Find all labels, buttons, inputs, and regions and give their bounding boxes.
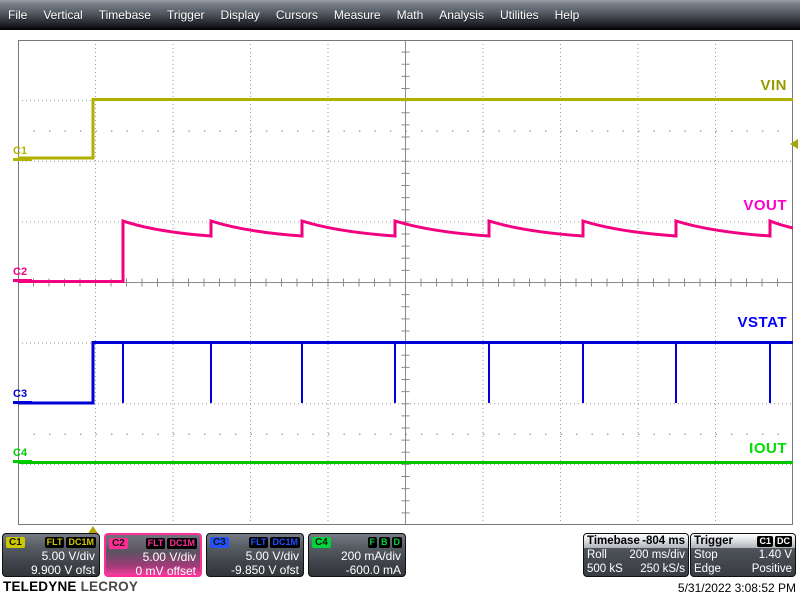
channel-box-c3[interactable]: C3 FLT DC1M 5.00 V/div -9.850 V ofst — [206, 533, 304, 577]
channel-offset: -9.850 V ofst — [230, 563, 299, 577]
timebase-box[interactable]: Timebase -804 ms Roll 200 ms/div 500 kS 250 k… — [583, 533, 689, 577]
channel-scale: 5.00 V/div — [245, 549, 299, 563]
trigger-row-0: Stop 1.40 V — [691, 548, 795, 562]
channel-box-header: C3 FLT DC1M — [207, 534, 303, 549]
timebase-title: Timebase — [587, 535, 640, 547]
channel-tags: FBD — [366, 537, 402, 548]
channel-tag-flt: FLT — [44, 537, 65, 548]
channel-tag-dc1m: DC1M — [66, 537, 96, 548]
channel-tag-f: F — [367, 537, 377, 548]
teledyne-lecroy-logo: TELEDYNE LECROY — [3, 579, 138, 594]
channel-box-c1[interactable]: C1 FLT DC1M 5.00 V/div 9.900 V ofst — [2, 533, 100, 577]
timebase-row-value: 250 kS/s — [640, 563, 685, 575]
logo-lecroy: LECROY — [80, 579, 139, 594]
trigger-title: Trigger — [694, 535, 733, 547]
timebase-row-1: 500 kS 250 kS/s — [584, 562, 688, 576]
trigger-row-1: Edge Positive — [691, 562, 795, 576]
channel-box-header: C2 FLT DC1M — [106, 535, 200, 550]
channel-box-header: C4 F B D — [309, 534, 405, 549]
menu-item-trigger[interactable]: Trigger — [159, 8, 213, 22]
channel-marker-c2[interactable]: C2 — [13, 267, 32, 282]
channel-tag-flt: FLT — [145, 538, 166, 549]
channel-scale: 5.00 V/div — [41, 549, 95, 563]
channel-box-c4[interactable]: C4 F B D 200 mA/div -600.0 mA — [308, 533, 406, 577]
trigger-header: Trigger C1 DC — [691, 534, 795, 548]
trace-label-vout: VOUT — [743, 197, 787, 214]
trace-c3-pulses — [122, 342, 771, 403]
channel-id-badge: C2 — [109, 538, 128, 549]
channel-box-c2[interactable]: C2 FLT DC1M 5.00 V/div 0 mV offset — [104, 533, 202, 578]
channel-tag-b: B — [379, 537, 390, 548]
menu-item-timebase[interactable]: Timebase — [91, 8, 159, 22]
channel-marker-c1[interactable]: C1 — [13, 146, 32, 161]
channel-id-badge: C4 — [312, 537, 331, 548]
timebase-row-value: 200 ms/div — [629, 549, 685, 561]
menu-item-file[interactable]: File — [0, 8, 35, 22]
trace-label-iout: IOUT — [749, 440, 787, 457]
menu-item-display[interactable]: Display — [213, 8, 268, 22]
channel-scale: 200 mA/div — [340, 549, 401, 563]
logo-teledyne: TELEDYNE — [3, 579, 77, 594]
trigger-badge-dc: DC — [775, 535, 792, 547]
trigger-badge-c1: C1 — [757, 535, 773, 547]
timebase-row-label: Roll — [587, 549, 607, 561]
menu-item-math[interactable]: Math — [389, 8, 432, 22]
datetime-display: 5/31/2022 3:08:52 PM — [677, 581, 796, 595]
menu-item-utilities[interactable]: Utilities — [492, 8, 547, 22]
trigger-box[interactable]: Trigger C1 DC Stop 1.40 V Edge Positive — [690, 533, 796, 577]
timebase-row-0: Roll 200 ms/div — [584, 548, 688, 562]
waveform-graticule — [18, 40, 793, 525]
channel-tag-dc1m: DC1M — [270, 537, 300, 548]
menu-item-help[interactable]: Help — [547, 8, 588, 22]
menu-item-analysis[interactable]: Analysis — [431, 8, 492, 22]
trace-label-vstat: VSTAT — [737, 314, 787, 331]
oscilloscope-screen: File Vertical Timebase Trigger Display Cursor… — [0, 0, 800, 600]
channel-id-badge: C3 — [210, 537, 229, 548]
channel-offset: 9.900 V ofst — [30, 563, 95, 577]
channel-tag-dc1m: DC1M — [167, 538, 197, 549]
menu-bar: File Vertical Timebase Trigger Display Cursor… — [0, 0, 800, 30]
trigger-row-label: Edge — [694, 563, 721, 575]
channel-tags: FLT DC1M — [43, 537, 96, 548]
menu-item-cursors[interactable]: Cursors — [268, 8, 326, 22]
channel-marker-c3[interactable]: C3 — [13, 389, 32, 404]
channel-scale: 5.00 V/div — [142, 550, 196, 564]
trace-label-vin: VIN — [760, 77, 787, 94]
timebase-delay: -804 ms — [642, 535, 685, 547]
channel-tags: FLT DC1M — [247, 537, 300, 548]
channel-id-badge: C1 — [6, 537, 25, 548]
channel-marker-c4[interactable]: C4 — [13, 448, 32, 463]
menu-item-vertical[interactable]: Vertical — [35, 8, 90, 22]
timebase-row-label: 500 kS — [587, 563, 623, 575]
channel-offset: 0 mV offset — [135, 564, 196, 578]
trigger-row-label: Stop — [694, 549, 718, 561]
channel-tag-flt: FLT — [248, 537, 269, 548]
timebase-header: Timebase -804 ms — [584, 534, 688, 548]
channel-tag-d: D — [391, 537, 402, 548]
channel-box-header: C1 FLT DC1M — [3, 534, 99, 549]
trigger-row-value: 1.40 V — [758, 549, 792, 561]
menu-item-measure[interactable]: Measure — [326, 8, 389, 22]
trigger-badges: C1 DC — [755, 535, 792, 547]
channel-tags: FLT DC1M — [144, 538, 197, 549]
trigger-level-icon[interactable] — [790, 139, 798, 149]
trigger-row-value: Positive — [751, 563, 792, 575]
channel-offset: -600.0 mA — [345, 563, 401, 577]
